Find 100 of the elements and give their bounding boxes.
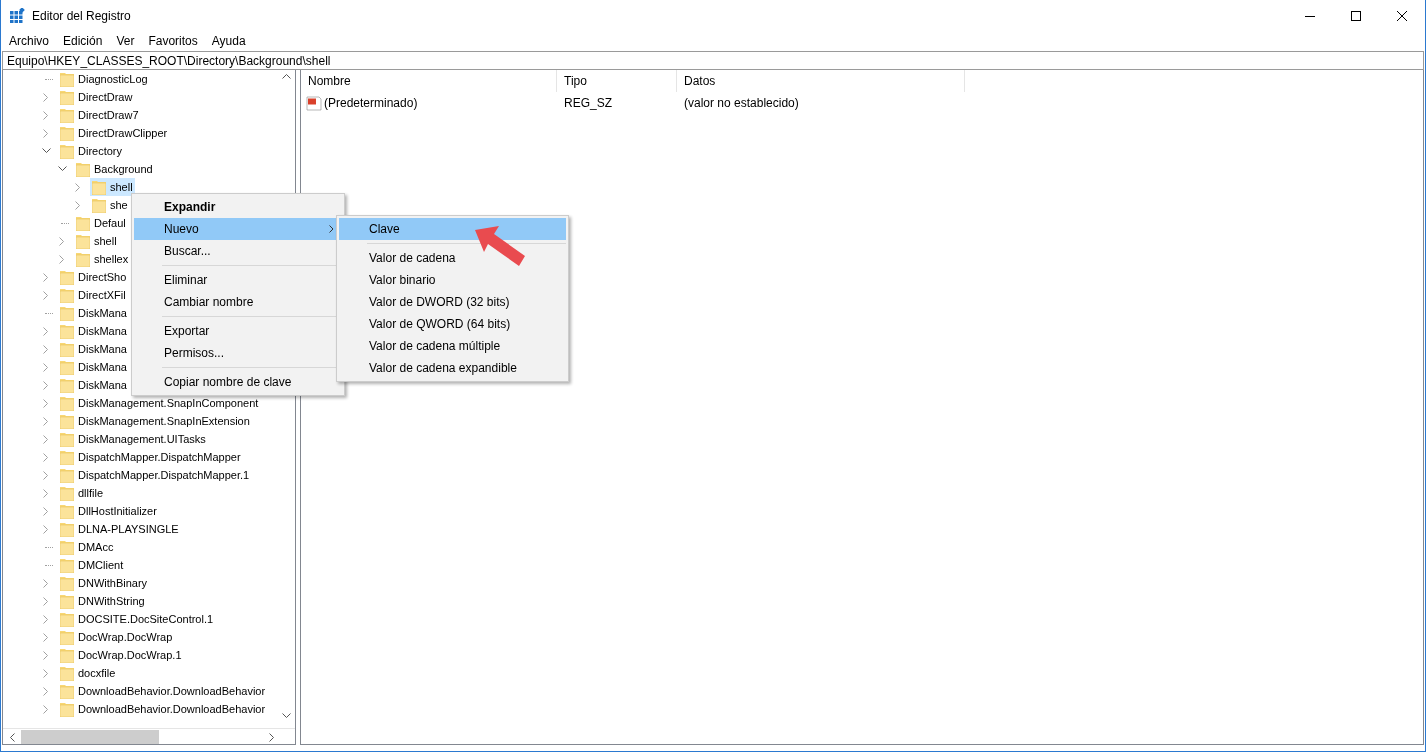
folder-icon: [76, 233, 90, 249]
folder-icon: [76, 161, 90, 177]
folder-icon: [60, 683, 74, 699]
column-header[interactable]: Nombre: [301, 70, 557, 92]
tree-item[interactable]: DMAcc: [58, 538, 116, 556]
menu-item[interactable]: Valor de cadena: [339, 247, 566, 269]
folder-icon: [60, 593, 74, 609]
menu-item[interactable]: Favoritos: [141, 33, 205, 48]
tree-item[interactable]: DirectDraw: [58, 88, 135, 106]
tree-item[interactable]: DiagnosticLog: [58, 70, 150, 88]
tree-item[interactable]: shellex: [74, 250, 131, 268]
tree-item[interactable]: she: [90, 196, 130, 214]
table-cell-text: (valor no establecido): [683, 95, 800, 110]
menu-item[interactable]: Valor de DWORD (32 bits): [339, 291, 566, 313]
tree-item[interactable]: shell: [90, 178, 135, 196]
tree-item[interactable]: DMClient: [58, 556, 126, 574]
tree-item[interactable]: DiskMana: [58, 340, 129, 358]
tree-item[interactable]: DLNA-PLAYSINGLE: [58, 520, 181, 538]
folder-icon: [92, 179, 106, 195]
tree-item[interactable]: DocWrap.DocWrap: [58, 628, 175, 646]
folder-icon: [60, 503, 74, 519]
menu-item[interactable]: Valor de cadena expandible: [339, 357, 566, 379]
tree-item[interactable]: DOCSITE.DocSiteControl.1: [58, 610, 216, 628]
folder-icon: [60, 305, 74, 321]
folder-icon: [76, 251, 90, 267]
menu-item[interactable]: Edición: [56, 33, 110, 48]
folder-icon: [60, 467, 74, 483]
close-icon: [1397, 10, 1407, 21]
tree-item[interactable]: DispatchMapper.DispatchMapper: [58, 448, 243, 466]
folder-icon: [60, 143, 74, 159]
folder-icon: [60, 323, 74, 339]
folder-icon: [60, 449, 74, 465]
tree-item[interactable]: DirectDrawClipper: [58, 124, 170, 142]
menu-item[interactable]: Archivo: [2, 33, 56, 48]
tree-item[interactable]: DirectXFil: [58, 286, 128, 304]
folder-icon: [60, 647, 74, 663]
folder-icon: [60, 431, 74, 447]
scrollbar-thumb[interactable]: [21, 730, 159, 744]
menu-item[interactable]: Valor de QWORD (64 bits): [339, 313, 566, 335]
app-icon: [10, 8, 25, 23]
folder-icon: [60, 89, 74, 105]
column-header[interactable]: Datos: [677, 70, 965, 92]
tree-item[interactable]: DNWithBinary: [58, 574, 150, 592]
folder-icon: [60, 575, 74, 591]
folder-icon: [60, 413, 74, 429]
folder-icon: [60, 395, 74, 411]
folder-icon: [60, 557, 74, 573]
maximize-icon: [1351, 10, 1361, 21]
folder-icon: [60, 485, 74, 501]
tree-item[interactable]: docxfile: [58, 664, 118, 682]
folder-icon: [60, 377, 74, 393]
folder-icon: [60, 269, 74, 285]
tree-item[interactable]: DownloadBehavior.DownloadBehavior: [58, 682, 268, 700]
folder-icon: [60, 287, 74, 303]
menu-item[interactable]: Valor binario: [339, 269, 566, 291]
folder-icon: [60, 521, 74, 537]
tree-item[interactable]: DocWrap.DocWrap.1: [58, 646, 184, 664]
scroll-right-icon[interactable]: [269, 733, 275, 742]
tree-item[interactable]: Defaul: [74, 214, 128, 232]
folder-icon: [60, 125, 74, 141]
folder-icon: [60, 341, 74, 357]
tree-item[interactable]: DiskMana: [58, 304, 129, 322]
folder-icon: [76, 215, 90, 231]
folder-icon: [60, 107, 74, 123]
menu-item[interactable]: Clave: [339, 218, 566, 240]
menu-item[interactable]: Ver: [109, 33, 142, 48]
column-header[interactable]: Tipo: [557, 70, 677, 92]
folder-icon: [60, 629, 74, 645]
tree-item[interactable]: DirectDraw7: [58, 106, 141, 124]
menu-item[interactable]: Valor de cadena múltiple: [339, 335, 566, 357]
tree-item[interactable]: dllfile: [58, 484, 106, 502]
tree-item[interactable]: DiskMana: [58, 376, 129, 394]
tree-item[interactable]: DispatchMapper.DispatchMapper.1: [58, 466, 252, 484]
scroll-up-icon[interactable]: [282, 73, 291, 79]
scroll-down-icon[interactable]: [282, 713, 291, 719]
tree-item[interactable]: DNWithString: [58, 592, 147, 610]
collapse-icon[interactable]: [57, 166, 67, 172]
address-field[interactable]: Equipo\HKEY_CLASSES_ROOT\Directory\Background\shell: [2, 51, 1424, 70]
folder-icon: [92, 197, 106, 213]
tree-item[interactable]: Background: [74, 160, 155, 178]
menu-item[interactable]: Ayuda: [204, 33, 253, 48]
collapse-icon[interactable]: [41, 148, 51, 154]
tree-item[interactable]: DiskManagement.SnapInExtension: [58, 412, 252, 430]
folder-icon: [60, 71, 74, 87]
scroll-left-icon[interactable]: [9, 733, 15, 742]
folder-icon: [60, 701, 74, 717]
value-name[interactable]: (Predeterminado): [301, 94, 557, 111]
menu-item[interactable]: Expandir: [134, 196, 342, 218]
tree-item[interactable]: DownloadBehavior.DownloadBehavior: [58, 700, 268, 718]
tree-item[interactable]: DiskManagement.UITasks: [58, 430, 208, 448]
tree-item[interactable]: Directory: [58, 142, 124, 160]
tree-item[interactable]: shell: [74, 232, 119, 250]
window-title: Editor del Registro: [32, 8, 132, 23]
tree-item[interactable]: DllHostInitializer: [58, 502, 159, 520]
folder-icon: [60, 665, 74, 681]
tree-item[interactable]: DirectSho: [58, 268, 129, 286]
tree-item[interactable]: DiskMana: [58, 322, 129, 340]
tree-item[interactable]: DiskMana: [58, 358, 129, 376]
string-value-icon: [306, 94, 322, 111]
tree-item[interactable]: DiskManagement.SnapInComponent: [58, 394, 261, 412]
